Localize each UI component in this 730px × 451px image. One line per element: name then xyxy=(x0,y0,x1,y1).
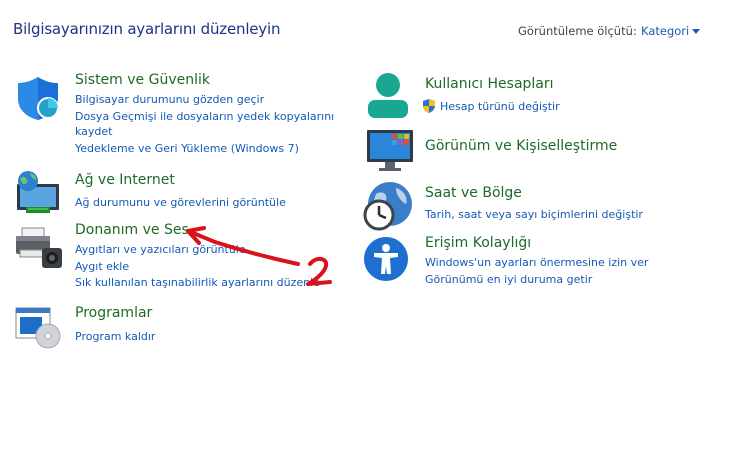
uac-shield-icon xyxy=(423,99,435,113)
link-view-devices-printers[interactable]: Aygıtları ve yazıcıları görüntüle xyxy=(75,243,246,256)
link-let-windows-suggest[interactable]: Windows'un ayarları önermesine izin ver xyxy=(425,256,648,269)
page-title: Bilgisayarınızın ayarlarını düzenleyin xyxy=(13,20,281,38)
user-icon[interactable] xyxy=(365,72,411,120)
link-uninstall-program[interactable]: Program kaldır xyxy=(75,330,155,343)
category-title-user-accounts[interactable]: Kullanıcı Hesapları xyxy=(425,76,554,92)
network-globe-icon[interactable] xyxy=(14,170,62,214)
chevron-down-icon[interactable] xyxy=(692,29,700,34)
category-title-clock-region[interactable]: Saat ve Bölge xyxy=(425,185,522,201)
link-add-device[interactable]: Aygıt ekle xyxy=(75,260,129,273)
category-title-system-security[interactable]: Sistem ve Güvenlik xyxy=(75,72,210,88)
link-network-status[interactable]: Ağ durumunu ve görevlerini görüntüle xyxy=(75,196,286,209)
link-change-account-type[interactable]: Hesap türünü değiştir xyxy=(440,100,560,113)
monitor-icon[interactable] xyxy=(365,128,415,172)
category-title-network-internet[interactable]: Ağ ve Internet xyxy=(75,172,175,188)
link-mobility-settings[interactable]: Sık kullanılan taşınabilirlik ayarlarını… xyxy=(75,276,320,289)
programs-disc-icon[interactable] xyxy=(14,306,64,350)
view-by-label: Görüntüleme ölçütü: xyxy=(518,24,637,38)
clock-globe-icon[interactable] xyxy=(362,180,414,232)
link-optimize-display[interactable]: Görünümü en iyi duruma getir xyxy=(425,273,592,286)
view-by-dropdown[interactable]: Kategori xyxy=(641,24,689,38)
link-backup-restore[interactable]: Yedekleme ve Geri Yükleme (Windows 7) xyxy=(75,142,299,155)
link-file-history[interactable]: Dosya Geçmişi ile dosyaların yedek kopya… xyxy=(75,110,334,123)
category-title-ease-of-access[interactable]: Erişim Kolaylığı xyxy=(425,235,531,251)
category-title-appearance[interactable]: Görünüm ve Kişiselleştirme xyxy=(425,138,617,154)
category-title-hardware-sound[interactable]: Donanım ve Ses xyxy=(75,222,189,238)
printer-icon[interactable] xyxy=(14,226,64,270)
category-title-programs[interactable]: Programlar xyxy=(75,305,152,321)
link-review-computer-status[interactable]: Bilgisayar durumunu gözden geçir xyxy=(75,93,264,106)
accessibility-icon[interactable] xyxy=(363,236,409,282)
shield-icon[interactable] xyxy=(14,74,62,122)
link-file-history-cont[interactable]: kaydet xyxy=(75,125,113,138)
link-change-date-time-format[interactable]: Tarih, saat veya sayı biçimlerini değişt… xyxy=(425,208,643,221)
